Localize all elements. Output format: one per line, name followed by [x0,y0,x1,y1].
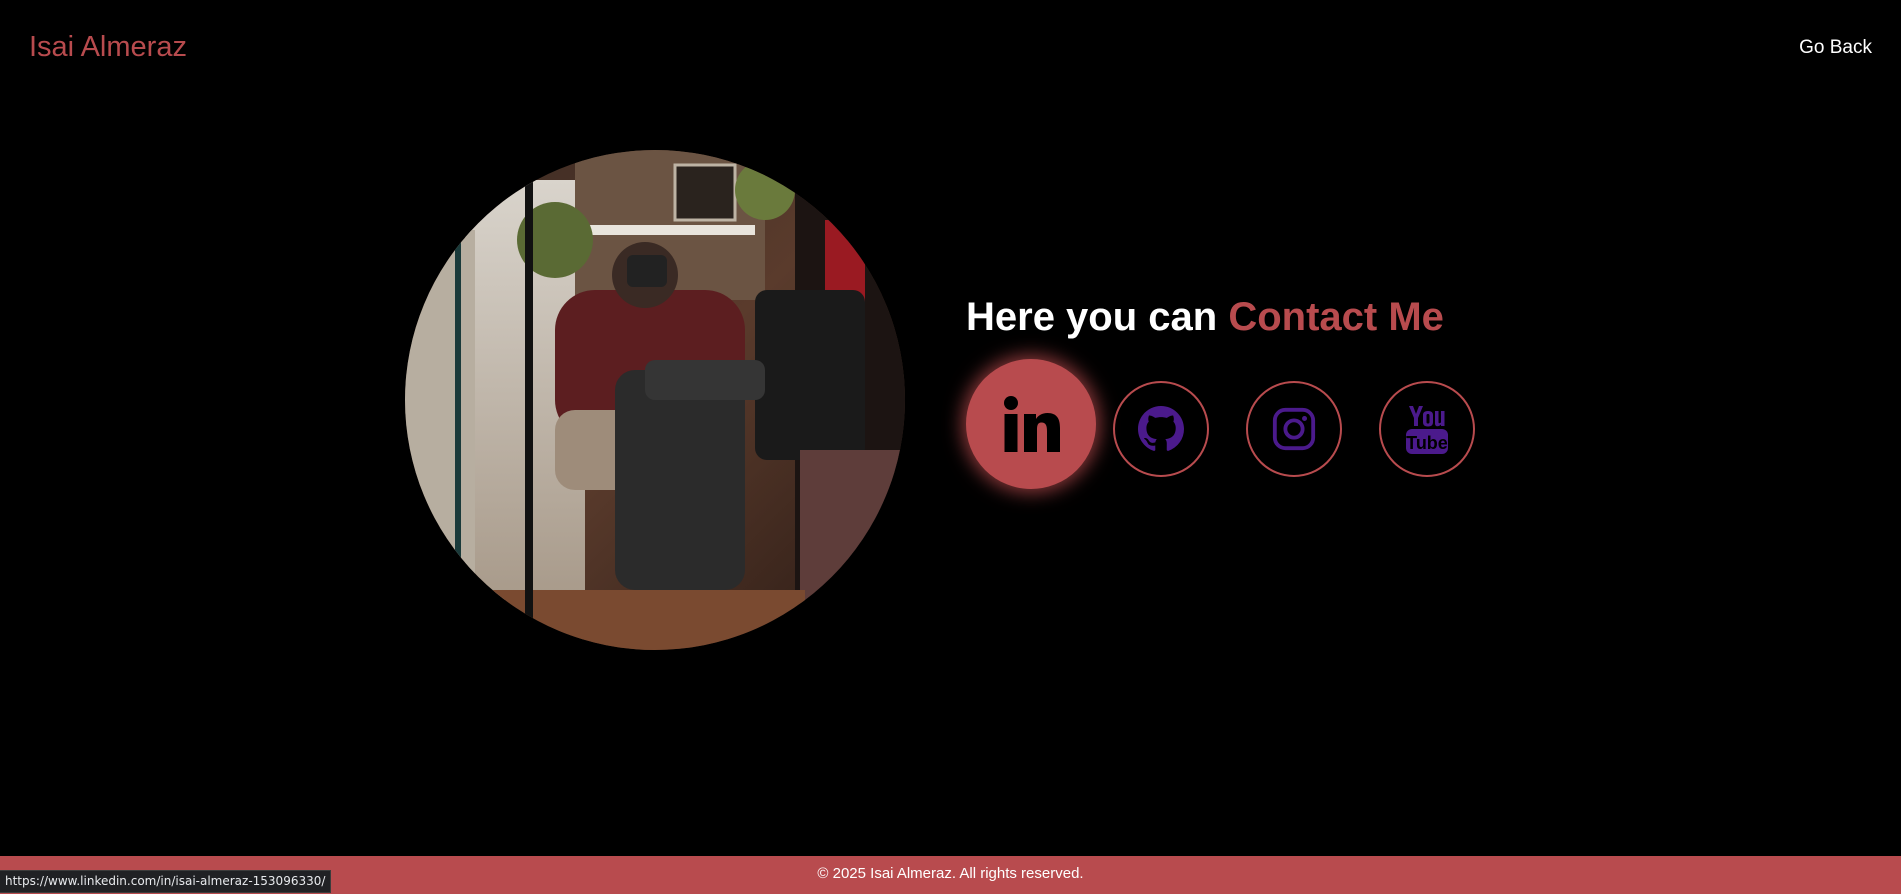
instagram-button[interactable] [1246,381,1342,477]
go-back-link[interactable]: Go Back [1799,37,1872,59]
instagram-icon [1272,407,1316,451]
contact-heading: Here you can Contact Me [966,292,1444,342]
heading-plain-text: Here you can [966,295,1229,339]
svg-text:Tube: Tube [1406,433,1448,453]
heading-accent-text: Contact Me [1228,295,1444,339]
linkedin-icon [1004,396,1060,452]
github-button[interactable] [1113,381,1209,477]
linkedin-button[interactable] [966,359,1096,489]
brand-logo-link[interactable]: Isai Almeraz [29,30,187,64]
browser-status-url: https://www.linkedin.com/in/isai-almeraz… [0,870,332,893]
profile-photo [405,150,905,650]
github-icon [1138,406,1184,451]
youtube-button[interactable]: Tube [1379,381,1475,477]
youtube-icon: Tube [1406,406,1448,454]
copyright-text: © 2025 Isai Almeraz. All rights reserved… [817,864,1084,882]
contact-page: Isai Almeraz Go Back Here you can Contac… [0,0,1901,894]
